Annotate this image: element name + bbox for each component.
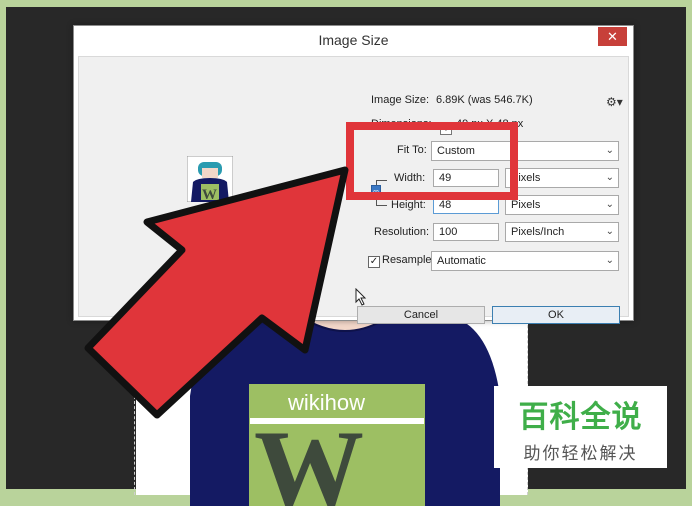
watermark-title: 百科全说 <box>518 401 643 434</box>
watermark-subtitle: 助你轻松解决 <box>523 444 638 463</box>
watermark-badge: 百科全说 助你轻松解决 <box>494 386 667 468</box>
